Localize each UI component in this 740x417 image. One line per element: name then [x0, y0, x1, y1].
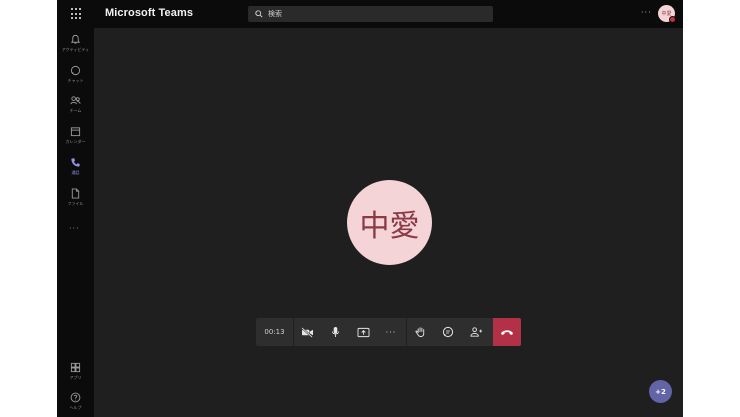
chat-button[interactable] — [435, 318, 461, 346]
search-input[interactable] — [268, 10, 468, 18]
app-launcher-icon[interactable] — [71, 8, 83, 20]
rail-item-chat[interactable]: チャット — [57, 65, 94, 84]
more-apps-button[interactable]: ··· — [69, 224, 80, 233]
rail-item-calls[interactable]: 通話 — [57, 157, 94, 176]
rail-item-label: 通話 — [71, 170, 80, 175]
apps-icon — [70, 362, 81, 373]
microphone-button[interactable] — [322, 318, 348, 346]
search-box[interactable] — [248, 6, 493, 22]
rail-item-label: アプリ — [69, 375, 82, 380]
title-bar: Microsoft Teams ··· 中愛 — [57, 0, 683, 28]
rail-item-apps[interactable]: アプリ — [57, 362, 94, 381]
camera-toggle-button[interactable] — [294, 318, 320, 346]
search-icon — [254, 9, 264, 19]
teams-icon — [70, 96, 81, 105]
share-screen-icon — [357, 327, 369, 337]
presence-status-icon — [669, 16, 676, 23]
chat-bubble-icon — [442, 326, 454, 338]
calendar-icon — [70, 127, 81, 137]
phone-icon — [71, 158, 80, 167]
call-timer: 00:13 — [264, 328, 285, 336]
more-participants-badge[interactable]: +2 — [649, 380, 672, 403]
more-options-button[interactable]: ··· — [641, 9, 652, 17]
participant-avatar: 中愛 — [347, 180, 432, 265]
app-rail: アクティビティ チャット チーム カレンダー 通話 ファイル ··· アプリ ヘ… — [57, 28, 94, 417]
rail-item-label: チーム — [69, 108, 82, 113]
rail-item-teams[interactable]: チーム — [57, 95, 94, 114]
teams-window: Microsoft Teams ··· 中愛 アクティビティ チャット チーム — [57, 0, 683, 417]
rail-item-label: チャット — [67, 78, 84, 83]
app-title: Microsoft Teams — [105, 7, 194, 19]
share-screen-button[interactable] — [350, 318, 376, 346]
raise-hand-icon — [414, 327, 424, 337]
rail-item-label: ヘルプ — [69, 405, 82, 410]
camera-off-icon — [300, 326, 313, 338]
rail-item-label: アクティビティ — [61, 47, 90, 52]
bell-icon — [70, 34, 81, 44]
rail-item-help[interactable]: ヘルプ — [57, 392, 94, 411]
hang-up-icon — [501, 330, 513, 335]
call-controls-bar: 00:13 ··· — [256, 318, 521, 346]
file-icon — [71, 188, 80, 199]
participants-button[interactable] — [463, 318, 489, 346]
microphone-icon — [331, 327, 339, 337]
participant-initials: 中愛 — [359, 208, 420, 244]
participants-icon — [469, 327, 482, 337]
raise-hand-button[interactable] — [407, 318, 433, 346]
rail-item-label: ファイル — [67, 201, 84, 206]
rail-item-label: カレンダー — [65, 139, 86, 144]
chat-icon — [70, 65, 81, 76]
rail-item-files[interactable]: ファイル — [57, 188, 94, 207]
more-actions-button[interactable]: ··· — [378, 318, 404, 346]
rail-item-calendar[interactable]: カレンダー — [57, 126, 94, 145]
hang-up-button[interactable] — [493, 318, 521, 346]
help-icon — [70, 392, 81, 403]
call-stage: 中愛 00:13 ··· +2 — [94, 28, 683, 417]
user-avatar[interactable]: 中愛 — [658, 5, 676, 23]
rail-item-activity[interactable]: アクティビティ — [57, 34, 94, 53]
